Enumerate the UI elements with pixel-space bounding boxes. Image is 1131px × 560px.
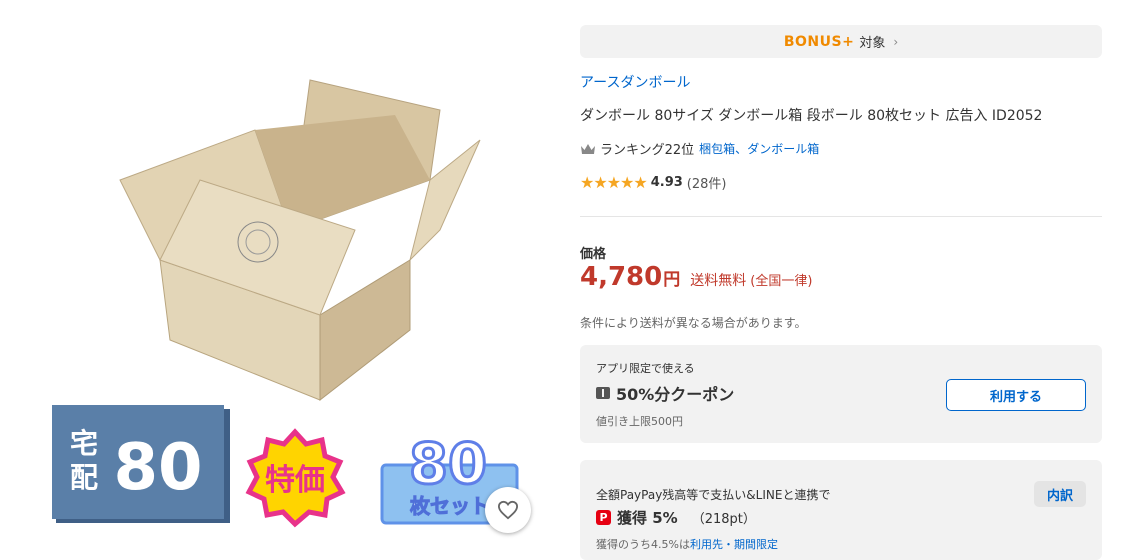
tokka-badge: 特価 [245,428,346,528]
heart-icon [497,500,519,520]
paypay-earn-row: P 獲得 5% （218pt） [596,507,756,528]
coupon-limit: 値引き上限500円 [596,415,683,428]
category-link-cardboard-box[interactable]: ダンボール箱 [747,142,819,156]
bonus-plus-logo: BONUS+ [783,33,855,50]
rating-row[interactable]: ★★★★★ 4.93 (28件) [580,173,726,192]
rating-score: 4.93 [650,175,683,190]
paypay-note: 獲得のうち4.5%は利用先・期間限定 [596,536,778,552]
paypay-limited-link[interactable]: 利用先・期間限定 [690,538,778,551]
badge-size: 80 [113,431,202,505]
badge-set-label: 枚セット [410,494,490,518]
use-coupon-button[interactable]: 利用する [946,379,1086,411]
badge-takuhai-1: 宅 [70,427,98,460]
category-link-packing-box[interactable]: 梱包箱 [699,142,735,156]
ranking-categories: 梱包箱、ダンボール箱 [699,140,819,157]
product-title: ダンボール 80サイズ ダンボール箱 段ボール 80枚セット 広告入 ID205… [580,108,1043,124]
paypay-card: 全額PayPay残高等で支払い&LINEと連携で P 獲得 5% （218pt）… [580,460,1102,560]
paypay-condition: 全額PayPay残高等で支払い&LINEと連携で [596,488,831,502]
coupon-name-row: 50%分クーポン [596,381,734,405]
crown-icon [581,143,595,154]
paypay-earn-rate: 獲得 5% [617,509,678,527]
shipping-free: 送料無料 [690,273,747,289]
coupon-card: アプリ限定で使える 50%分クーポン 値引き上限500円 利用する [580,345,1102,443]
paypay-points: （218pt） [691,512,756,527]
coupon-name: 50%分クーポン [616,385,735,404]
coupon-icon [596,387,610,399]
store-name-link[interactable]: アースダンボール [580,72,690,92]
cardboard-box-image [119,79,481,402]
bonus-target-label: 対象 [859,36,886,51]
takuhai-80-badge: 宅 配 80 [52,405,230,523]
price-label: 価格 [580,247,607,262]
paypay-note-prefix: 獲得のうち4.5%は [596,538,690,551]
category-separator: 、 [735,142,748,156]
ranking-text: ランキング22位 [600,143,695,158]
review-count: (28件) [686,177,727,192]
ranking-row: ランキング22位 梱包箱、ダンボール箱 [580,139,819,158]
price-unit: 円 [663,270,681,290]
coupon-app-only: アプリ限定で使える [596,362,695,375]
product-image-area: 宅 配 80 特価 80 枚セット [0,0,560,554]
price-row: 4,780 円 送料無料 (全国一律) [580,262,812,292]
price-value: 4,780 [580,262,663,292]
bonus-plus-bar[interactable]: BONUS+ 対象 › [580,25,1102,58]
shipping-condition: 条件により送料が異なる場合があります。 [580,316,807,330]
breakdown-button[interactable]: 内訳 [1034,481,1086,507]
favorite-button[interactable] [485,487,531,533]
divider [580,216,1102,217]
badge-tokka-text: 特価 [265,463,325,498]
badge-takuhai-2: 配 [70,461,98,494]
star-rating-icon: ★★★★★ [580,173,648,192]
chevron-right-icon: › [893,34,899,49]
badge-set-num: 80 [409,432,487,497]
paypay-icon: P [596,510,611,525]
shipping-note: (全国一律) [750,274,813,289]
